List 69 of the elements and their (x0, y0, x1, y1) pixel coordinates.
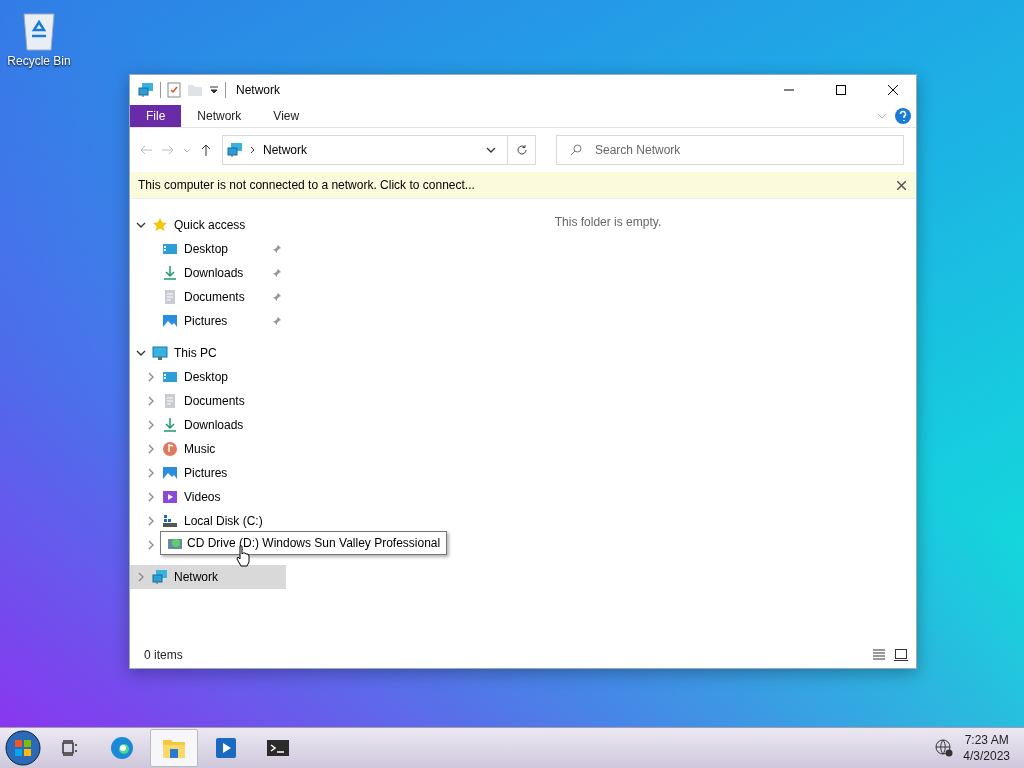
clock-time[interactable]: 7:23 AM (964, 733, 1009, 747)
dropdown-icon[interactable] (209, 85, 219, 95)
picture-icon (162, 313, 178, 329)
picture-icon (162, 465, 178, 481)
nav-item[interactable]: This PC (174, 346, 217, 360)
nav-item[interactable]: Network (174, 570, 218, 584)
document-icon (162, 393, 178, 409)
folder-icon (162, 737, 186, 759)
music-icon (162, 441, 178, 457)
task-view-icon (60, 738, 80, 758)
video-icon (162, 489, 178, 505)
globe-icon[interactable] (935, 739, 954, 757)
desktop-icon (162, 369, 178, 385)
chevron-down-icon[interactable] (136, 220, 146, 230)
refresh-icon[interactable] (515, 144, 528, 156)
nav-item[interactable]: Desktop (184, 370, 229, 384)
start-button[interactable] (4, 729, 42, 767)
pin-icon[interactable] (272, 268, 282, 278)
nav-item[interactable]: Local Disk (C:) (184, 514, 263, 528)
ribbon-tab[interactable]: File (130, 105, 182, 127)
large-icons-view-icon[interactable] (894, 649, 908, 661)
pin-icon[interactable] (272, 244, 282, 254)
nav-item[interactable]: Pictures (184, 314, 228, 328)
clock-date[interactable]: 4/3/2023 (963, 749, 1010, 763)
terminal-icon (266, 738, 290, 758)
nav-item[interactable]: Pictures (184, 466, 228, 480)
star-icon (152, 217, 168, 233)
selected-row-highlight[interactable]: Network (130, 565, 286, 589)
desktop-icon (162, 241, 178, 257)
network-icon (152, 569, 168, 585)
search-field[interactable]: Search Network (556, 135, 904, 165)
chevron-down-icon[interactable] (136, 348, 146, 358)
window-title: Network (236, 83, 281, 97)
nav-item[interactable]: Documents (184, 394, 245, 408)
nav-item[interactable]: Downloads (184, 266, 244, 280)
search-icon (570, 144, 582, 156)
close-icon[interactable] (888, 85, 898, 95)
close-icon[interactable] (897, 180, 906, 190)
properties-icon[interactable] (167, 82, 181, 98)
pin-icon[interactable] (272, 292, 282, 302)
chevron-right-icon[interactable] (249, 146, 257, 154)
address-bar[interactable]: Network (222, 135, 508, 165)
info-bar[interactable]: This computer is not connected to a network. Click to connect... (130, 172, 916, 199)
download-icon (162, 265, 178, 281)
document-icon (162, 289, 178, 305)
media-player-icon (214, 736, 238, 760)
network-icon (138, 82, 154, 98)
help-icon[interactable] (894, 105, 912, 127)
nav-item[interactable]: Quick access (174, 218, 246, 232)
disk-icon (162, 513, 178, 529)
browser-icon (110, 736, 134, 760)
ribbon-tab[interactable]: View (257, 105, 316, 127)
network-icon (227, 142, 243, 158)
desktop-icon-label[interactable]: Recycle Bin (7, 54, 71, 68)
download-icon (162, 417, 178, 433)
empty-folder-message: This folder is empty. (554, 215, 662, 229)
maximize-icon[interactable] (836, 85, 846, 95)
pin-icon[interactable] (272, 316, 282, 326)
info-bar-message[interactable]: This computer is not connected to a network. Click to connect... (138, 178, 897, 192)
monitor-icon (152, 345, 168, 361)
address-text: Network (263, 143, 308, 157)
nav-item[interactable]: Desktop (184, 242, 229, 256)
nav-item[interactable]: Music (184, 442, 216, 456)
nav-item[interactable]: Videos (184, 490, 221, 504)
ribbon-tab[interactable]: Network (181, 105, 258, 127)
nav-item[interactable]: Downloads (184, 418, 244, 432)
details-view-icon[interactable] (872, 649, 886, 661)
item-count: 0 items (144, 648, 184, 662)
nav-item[interactable]: Documents (184, 290, 245, 304)
